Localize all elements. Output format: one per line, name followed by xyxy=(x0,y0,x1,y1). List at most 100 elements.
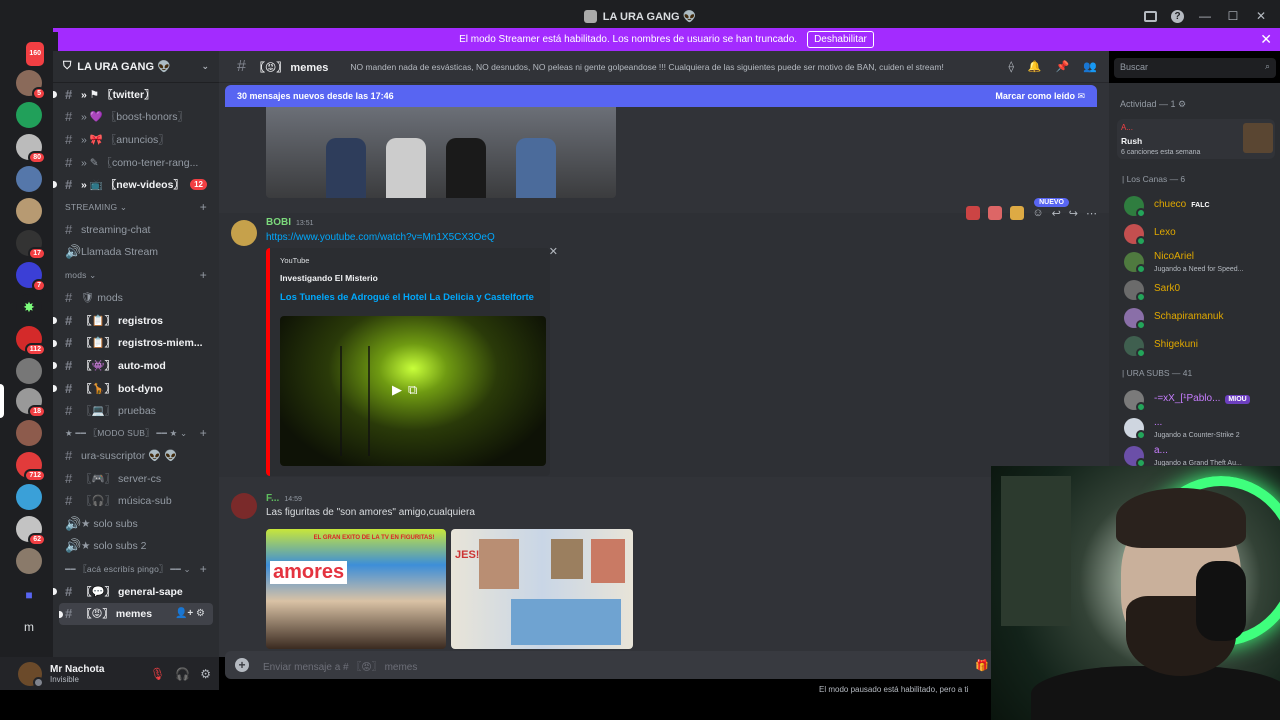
maximize-icon[interactable]: ☐ xyxy=(1226,9,1240,23)
member-item[interactable]: Sark0 xyxy=(1124,278,1274,302)
close-icon[interactable]: ✕ xyxy=(549,245,558,258)
mic-muted-icon[interactable]: 🎙 xyxy=(150,667,165,681)
server-icon-7[interactable]: 7 xyxy=(16,262,46,292)
add-reaction-icon[interactable]: ☺ xyxy=(1032,207,1043,219)
mark-as-read-button[interactable]: Marcar como leído ✉ xyxy=(995,91,1085,102)
gear-icon[interactable]: ⚙ xyxy=(200,667,211,681)
help-icon[interactable]: ? xyxy=(1171,9,1184,23)
channel-category[interactable]: ★ ━━ 〖MODO SUB〗 ━━ ★ ⌄ + xyxy=(53,422,219,445)
channel-item[interactable]: # 〖🎧〗 música-sub xyxy=(53,490,219,513)
reaction-emoji-icon[interactable] xyxy=(1010,206,1025,220)
channel-item[interactable]: # streaming-chat xyxy=(53,219,219,242)
channel-item[interactable]: # » 📺 〖new-videos〗 12 xyxy=(53,173,219,196)
member-item[interactable]: a... Jugando a Grand Theft Au... xyxy=(1124,444,1274,466)
add-channel-icon[interactable]: + xyxy=(200,426,207,440)
server-icon-6[interactable]: 17 xyxy=(16,230,46,260)
member-item[interactable]: Lexo xyxy=(1124,222,1274,246)
headphones-icon[interactable]: 🎧 xyxy=(175,667,190,681)
channel-item[interactable]: # » 💜 〖boost-honors〗 xyxy=(53,106,219,129)
threads-icon[interactable]: ⟠ xyxy=(1008,60,1013,73)
open-external-icon[interactable]: ⧉ xyxy=(408,382,417,398)
add-channel-icon[interactable]: + xyxy=(200,562,207,576)
message-image[interactable] xyxy=(266,106,616,198)
channel-category[interactable]: ━━ 〖acá escribís pingo〗 ━━ ⌄ + xyxy=(53,557,219,580)
server-icon-12[interactable] xyxy=(16,420,42,446)
channel-item[interactable]: # 🛡 mods xyxy=(53,286,219,309)
members-icon[interactable]: 👥 xyxy=(1083,60,1097,73)
channel-item[interactable]: # 〖👾〗 auto-mod xyxy=(53,354,219,377)
pin-icon[interactable]: 📌 xyxy=(1056,60,1070,73)
reply-icon[interactable]: ↩ xyxy=(1052,207,1061,220)
add-attachment-icon[interactable]: + xyxy=(235,658,249,672)
avatar[interactable] xyxy=(18,661,44,688)
reaction-emoji-icon[interactable] xyxy=(988,206,1003,220)
channel-category[interactable]: STREAMING ⌄ + xyxy=(53,196,219,219)
reaction-emoji-icon[interactable] xyxy=(966,206,981,220)
inbox-icon[interactable] xyxy=(1144,10,1157,22)
minimize-icon[interactable]: — xyxy=(1198,9,1212,23)
member-item[interactable]: NicoAriel Jugando a Need for Speed... xyxy=(1124,250,1274,274)
folder-icon[interactable]: ■ xyxy=(16,582,42,608)
channel-item[interactable]: # ura-suscriptor 👽 👽 xyxy=(53,445,219,468)
message-image[interactable]: EL GRAN EXITO DE LA TV EN FIGURITAS! amo… xyxy=(266,529,446,649)
user-info[interactable]: Mr Nachota Invisible xyxy=(50,664,104,684)
server-icon-15[interactable]: 62 xyxy=(16,516,46,546)
message-author[interactable]: BOBI 13:51 xyxy=(266,217,314,228)
server-icon-9[interactable]: 112 xyxy=(16,326,46,356)
server-icon-13[interactable]: 712 xyxy=(16,452,46,482)
server-icon-2[interactable] xyxy=(16,102,42,128)
embed-title[interactable]: Los Tuneles de Adrogué el Hotel La Delic… xyxy=(280,292,534,303)
guild-header[interactable]: ⛉ LA URA GANG 👽 ⌄ xyxy=(53,51,219,83)
server-icon-14[interactable] xyxy=(16,484,42,510)
alien-server-icon[interactable]: ✸ xyxy=(16,294,42,320)
server-icon-10[interactable] xyxy=(16,358,42,384)
server-icon-1[interactable]: 5 xyxy=(16,70,46,100)
discord-logo-icon[interactable]: ⌂ 160 xyxy=(16,38,46,68)
message-link[interactable]: https://www.youtube.com/watch?v=Mn1X5CX3… xyxy=(266,232,495,243)
avatar[interactable] xyxy=(231,493,257,519)
channel-item[interactable]: # 〖💬〗 general-sape xyxy=(53,580,219,603)
channel-item[interactable]: # 〖🦒〗 bot-dyno xyxy=(53,377,219,400)
new-messages-bar[interactable]: 30 mensajes nuevos desde las 17:46 Marca… xyxy=(225,85,1097,107)
channel-item[interactable]: # 〖🎮〗 server-cs xyxy=(53,467,219,490)
forward-icon[interactable]: ↪ xyxy=(1069,207,1078,220)
channel-item[interactable]: 🔊 ★ solo subs xyxy=(53,512,219,535)
channel-settings-icon[interactable]: 👤+ ⚙ xyxy=(175,608,205,619)
bell-icon[interactable]: 🔔 xyxy=(1028,60,1042,73)
gift-icon[interactable]: 🎁 xyxy=(975,659,989,672)
member-item[interactable]: -=xX_[¹Pablo... MIOU xyxy=(1124,388,1274,412)
member-item[interactable]: chueco FALC xyxy=(1124,194,1274,218)
disable-streamer-button[interactable]: Deshabilitar xyxy=(807,31,874,48)
server-icon-3[interactable]: 80 xyxy=(16,134,46,164)
channel-item[interactable]: # 〖📋〗 registros-miem... xyxy=(53,332,219,355)
close-banner-icon[interactable]: ✕ xyxy=(1260,31,1272,48)
avatar[interactable] xyxy=(231,220,257,246)
channel-item[interactable]: 🔊 Llamada Stream xyxy=(53,241,219,264)
embed-author[interactable]: Investigando El Misterio xyxy=(280,273,378,283)
video-thumbnail[interactable]: ▶ ⧉ xyxy=(280,316,546,466)
server-icon-11[interactable]: 18 xyxy=(16,388,46,418)
member-item[interactable]: Schapiramanuk xyxy=(1124,306,1274,330)
search-input[interactable]: Buscar ⌕ xyxy=(1114,58,1276,78)
add-channel-icon[interactable]: + xyxy=(200,200,207,214)
m-server-icon[interactable]: m xyxy=(16,614,42,640)
message-author[interactable]: F... 14:59 xyxy=(266,493,302,504)
channel-category[interactable]: mods ⌄ + xyxy=(53,264,219,287)
server-icon-16[interactable] xyxy=(16,548,42,574)
server-icon-5[interactable] xyxy=(16,198,42,224)
more-icon[interactable]: ⋯ xyxy=(1086,207,1097,220)
add-channel-icon[interactable]: + xyxy=(200,268,207,282)
server-icon-4[interactable] xyxy=(16,166,42,192)
message-input[interactable]: + Enviar mensaje a # 〖😡〗 memes 🎁 xyxy=(225,651,997,679)
member-item[interactable]: ... Jugando a Counter-Strike 2 xyxy=(1124,416,1274,440)
channel-item[interactable]: # 〖📋〗 registros xyxy=(53,309,219,332)
close-window-icon[interactable]: ✕ xyxy=(1254,9,1268,23)
play-icon[interactable]: ▶ xyxy=(392,382,402,398)
channel-item[interactable]: # » ⚑ 〖twitter〗 xyxy=(53,83,219,106)
channel-item[interactable]: # 〖😡〗 memes 👤+ ⚙ xyxy=(59,602,213,626)
activity-card[interactable]: A... Rush 6 canciones esta semana xyxy=(1117,119,1275,159)
channel-item[interactable]: # » ✎ 〖como-tener-rang... xyxy=(53,151,219,174)
channel-item[interactable]: # 〖💻〗 pruebas xyxy=(53,399,219,422)
channel-topic[interactable]: NO manden nada de esvásticas, NO desnudo… xyxy=(350,62,1000,72)
member-item[interactable]: Shigekuni xyxy=(1124,334,1274,358)
